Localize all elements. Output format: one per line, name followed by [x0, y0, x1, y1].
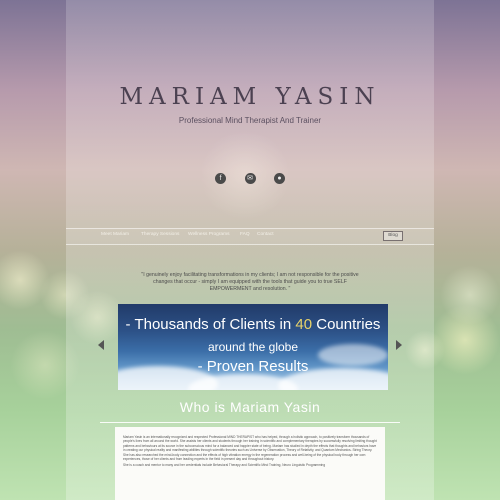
title-divider: [100, 422, 400, 423]
bokeh-light: [0, 250, 50, 310]
slide-line1-suffix: Countries: [316, 316, 381, 333]
content-column: [66, 0, 434, 500]
nav-wellness-programs[interactable]: Wellness Programs: [188, 232, 230, 237]
about-section: Mariam Yasin is an internationally recog…: [115, 427, 385, 500]
bokeh-light: [440, 265, 500, 325]
bokeh-light: [430, 305, 500, 375]
slider-prev-arrow-icon[interactable]: [98, 340, 104, 350]
intro-quote: "I genuinely enjoy facilitating transfor…: [141, 272, 359, 292]
about-paragraph: She is a coach and mentor to many and he…: [123, 462, 326, 467]
social-links: f ✉ ●: [0, 170, 500, 188]
site-logo[interactable]: MARIAM YASIN: [66, 84, 434, 110]
slider-next-arrow-icon[interactable]: [396, 340, 402, 350]
hero-slider: - Thousands of Clients in 40 Countries a…: [118, 304, 388, 390]
about-paragraph: She has also researched the mind-body co…: [123, 453, 366, 462]
slide-line3: - Proven Results: [197, 358, 309, 375]
main-navigation: Meet Mariam Therapy Sessions Wellness Pr…: [66, 228, 434, 245]
chat-icon[interactable]: ●: [273, 173, 285, 185]
about-paragraph: Mariam Yasin is an internationally recog…: [123, 435, 377, 452]
site-tagline: Professional Mind Therapist And Trainer: [178, 116, 322, 125]
nav-meet-mariam[interactable]: Meet Mariam: [101, 232, 129, 237]
slide-highlight-number: 40: [295, 316, 313, 333]
email-icon[interactable]: ✉: [244, 173, 256, 185]
nav-faq[interactable]: FAQ: [240, 232, 250, 237]
slide-line2: around the globe: [207, 340, 299, 354]
slide-line1-prefix: - Thousands of Clients in: [125, 316, 292, 333]
nav-contact[interactable]: Contact: [257, 232, 274, 237]
about-title: Who is Mariam Yasin: [179, 399, 321, 415]
facebook-icon[interactable]: f: [215, 173, 227, 185]
nav-therapy-sessions[interactable]: Therapy Sessions: [141, 232, 179, 237]
blog-button[interactable]: Blog: [383, 231, 403, 241]
slide-headline: - Thousands of Clients in 40 Countries: [118, 316, 388, 333]
